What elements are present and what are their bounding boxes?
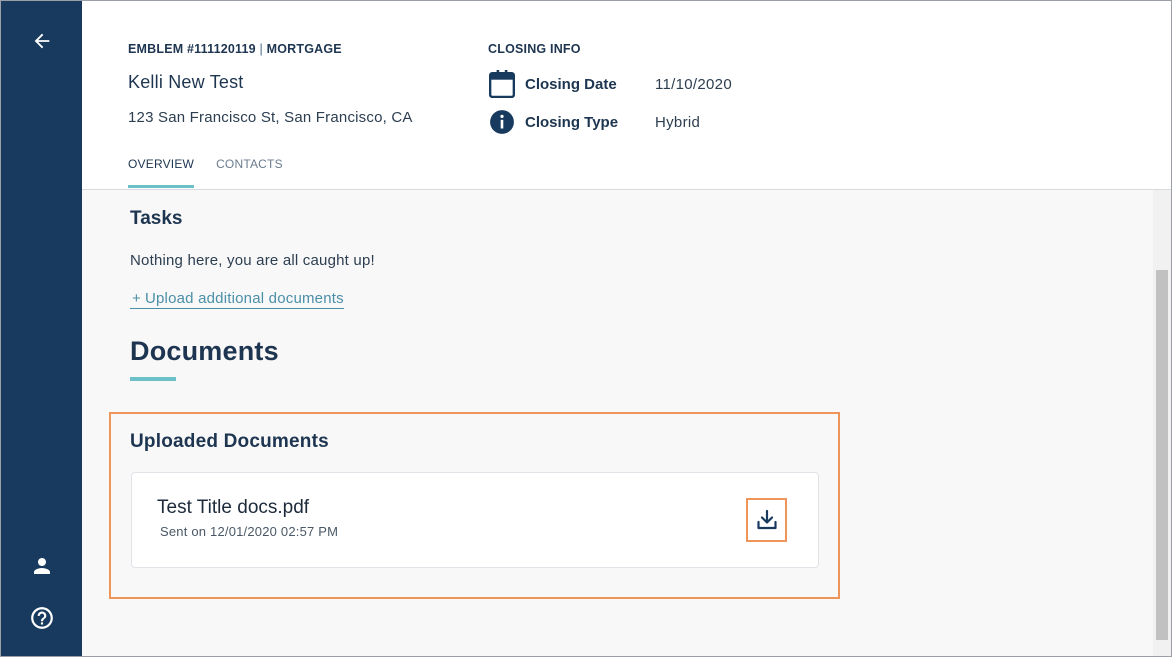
overview-content: Tasks Nothing here, you are all caught u… (82, 190, 1153, 656)
user-icon (34, 558, 50, 574)
arrow-left-icon (34, 33, 50, 49)
loan-header: EMBLEM #111120119 | MORTGAGE Kelli New T… (82, 1, 1171, 190)
tab-overview[interactable]: OVERVIEW (128, 151, 195, 189)
documents-title-underline (130, 377, 176, 381)
documents-title: Documents (130, 336, 279, 366)
uploaded-documents-title: Uploaded Documents (130, 431, 329, 452)
loan-id: EMBLEM #111120119 (128, 42, 256, 56)
upload-documents-link[interactable]: + Upload additional documents (130, 290, 344, 309)
closing-type-value: Hybrid (655, 113, 701, 131)
closing-type-label: Closing Type (525, 113, 619, 131)
profile-button[interactable] (25, 549, 59, 583)
header-tabs: OVERVIEW CONTACTS (128, 151, 305, 189)
download-button[interactable] (746, 498, 787, 542)
loan-id-line: EMBLEM #111120119 | MORTGAGE (128, 42, 342, 56)
closing-info-title: CLOSING INFO (488, 42, 581, 56)
document-card: Test Title docs.pdf Sent on 12/01/2020 0… (131, 472, 819, 568)
tab-contacts[interactable]: CONTACTS (216, 151, 283, 189)
loan-type: MORTGAGE (266, 42, 342, 56)
calendar-icon (488, 70, 516, 98)
help-button[interactable] (25, 601, 59, 635)
content-scrollbar[interactable] (1153, 190, 1171, 656)
uploaded-documents-section: Uploaded Documents Test Title docs.pdf S… (109, 412, 840, 599)
app-frame: EMBLEM #111120119 | MORTGAGE Kelli New T… (0, 0, 1172, 657)
closing-date-row: Closing Date 11/10/2020 (488, 70, 732, 98)
back-button[interactable] (25, 24, 59, 58)
loan-id-separator: | (259, 42, 263, 56)
property-address: 123 San Francisco St, San Francisco, CA (128, 109, 413, 126)
scrollbar-thumb[interactable] (1156, 270, 1168, 640)
sidebar (1, 1, 82, 656)
closing-type-row: Closing Type Hybrid (488, 108, 700, 136)
closing-date-value: 11/10/2020 (655, 75, 732, 93)
info-icon (488, 108, 516, 136)
document-name: Test Title docs.pdf (157, 497, 310, 518)
upload-documents-label: Upload additional documents (144, 290, 344, 307)
download-icon (756, 509, 777, 530)
help-icon (31, 607, 53, 629)
client-name: Kelli New Test (128, 72, 244, 92)
closing-date-label: Closing Date (525, 75, 617, 93)
tasks-empty-message: Nothing here, you are all caught up! (130, 252, 375, 269)
tasks-title: Tasks (130, 208, 183, 229)
plus-icon: + (132, 290, 141, 307)
document-sent-date: Sent on 12/01/2020 02:57 PM (160, 524, 339, 539)
